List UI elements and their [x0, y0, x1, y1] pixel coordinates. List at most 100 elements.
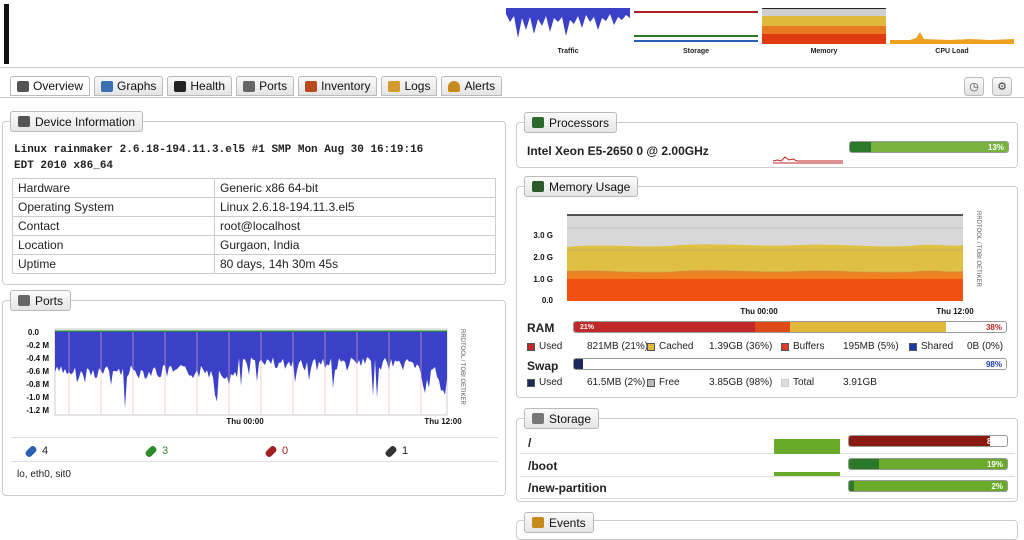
- storage-usage-fill: [849, 481, 854, 491]
- x-tick: Thu 00:00: [226, 417, 264, 426]
- memory-title[interactable]: Memory Usage: [524, 176, 639, 197]
- tab-alerts[interactable]: Alerts: [441, 76, 503, 96]
- row-key: Uptime: [12, 254, 215, 274]
- tab-ports[interactable]: Ports: [236, 76, 295, 96]
- plug-icon: [264, 444, 278, 458]
- storage-sparkline: [774, 472, 840, 476]
- y-tick: 2.0 G: [533, 253, 553, 262]
- y-tick: -1.0 M: [26, 393, 49, 402]
- processor-name: Intel Xeon E5-2650 0 @ 2.00GHz: [527, 144, 709, 158]
- ports-icon: [18, 295, 30, 306]
- refresh-button[interactable]: ◷: [964, 77, 984, 96]
- monitor-icon: [17, 80, 29, 92]
- storage-row[interactable]: / 89%: [520, 433, 1015, 454]
- tab-bar: Overview Graphs Health Ports Inventory L…: [10, 76, 503, 96]
- legend-name: Buffers: [793, 341, 825, 352]
- monitor-icon: [18, 116, 30, 127]
- device-info-table: Hardware Generic x86 64-bit Operating Sys…: [12, 178, 496, 274]
- ram-label: RAM: [527, 321, 555, 335]
- traffic-sparkline: [506, 8, 630, 38]
- storage-icon: [532, 413, 544, 424]
- memory-sparkline: [762, 8, 886, 44]
- tab-inventory[interactable]: Inventory: [298, 76, 378, 96]
- memory-icon: [532, 181, 544, 192]
- ports-disabled[interactable]: 1: [384, 444, 409, 458]
- ports-traffic-graph[interactable]: 0.0 -0.2 M -0.4 M -0.6 M -0.8 M -1.0 M -…: [9, 323, 489, 431]
- mount-point: /: [528, 436, 532, 450]
- description-line: EDT 2010 x86_64: [14, 160, 114, 172]
- count-value: 3: [162, 445, 169, 457]
- tab-label: Logs: [404, 79, 431, 93]
- storage-row[interactable]: /boot 19%: [520, 456, 1015, 477]
- y-tick: -1.2 M: [26, 406, 49, 415]
- cpu-usage-fill: [850, 142, 871, 152]
- ram-usage-bar[interactable]: 21% 38%: [573, 321, 1007, 333]
- bell-icon: [448, 80, 461, 92]
- storage-usage-bar: 19%: [848, 458, 1008, 470]
- storage-title[interactable]: Storage: [524, 408, 600, 429]
- storage-usage-fill: [849, 459, 880, 469]
- legend-value: 821MB (21%): [587, 341, 649, 352]
- mount-point: /boot: [528, 459, 558, 473]
- row-key: Operating System: [12, 197, 215, 217]
- storage-row[interactable]: /new-partition 2%: [520, 478, 1015, 499]
- legend-value: 3.91GB: [843, 377, 877, 388]
- memory-usage-graph[interactable]: 3.0 G 2.0 G 1.0 G 0.0 Thu 00:00 Thu 12:0…: [521, 203, 991, 319]
- legend-swatch: [527, 342, 535, 351]
- y-tick: -0.6 M: [26, 367, 49, 376]
- ports-title[interactable]: Ports: [10, 290, 72, 311]
- count-value: 1: [402, 445, 409, 457]
- row-key: Location: [12, 235, 215, 255]
- row-value: root@localhost: [214, 216, 496, 236]
- panel-title: Processors: [549, 115, 610, 130]
- swap-legend-used: Used 61.5MB (2%): [527, 377, 645, 388]
- storage-usage-fill: [849, 436, 990, 446]
- y-tick: -0.2 M: [26, 341, 49, 350]
- tab-logs[interactable]: Logs: [381, 76, 438, 96]
- legend-value: 61.5MB (2%): [587, 377, 646, 388]
- tab-health[interactable]: Health: [167, 76, 233, 96]
- plug-icon: [384, 444, 398, 458]
- tab-label: Alerts: [464, 79, 496, 93]
- tab-overview[interactable]: Overview: [10, 76, 91, 96]
- events-title[interactable]: Events: [524, 512, 594, 533]
- y-tick: 3.0 G: [533, 231, 553, 240]
- processors-title[interactable]: Processors: [524, 112, 618, 133]
- device-info-title[interactable]: Device Information: [10, 111, 144, 132]
- table-row: Operating System Linux 2.6.18-194.11.3.el…: [12, 197, 496, 217]
- ports-down[interactable]: 0: [264, 444, 288, 458]
- tab-label: Health: [190, 79, 226, 93]
- row-key: Contact: [12, 216, 215, 236]
- rrdtool-watermark: RRDTOOL / TOBI OETIKER: [459, 329, 465, 405]
- gear-icon: ⚙: [997, 81, 1007, 93]
- cpu-usage-label: 13%: [987, 143, 1004, 152]
- ports-total[interactable]: 4: [24, 444, 48, 458]
- tab-label: Overview: [33, 79, 84, 93]
- tab-graphs[interactable]: Graphs: [94, 76, 164, 96]
- settings-button[interactable]: ⚙: [992, 77, 1012, 96]
- cpu-usage-bar[interactable]: 13%: [849, 141, 1009, 153]
- table-row: Contact root@localhost: [12, 216, 496, 236]
- mount-point: /new-partition: [528, 481, 607, 495]
- table-row: Uptime 80 days, 14h 30m 45s: [12, 254, 496, 274]
- events-icon: [532, 517, 544, 528]
- storage-sparkline: [774, 439, 840, 454]
- ram-used-fill: [574, 322, 756, 332]
- storage-usage-label: 2%: [991, 482, 1003, 491]
- ports-up[interactable]: 3: [144, 444, 169, 458]
- memory-mini-graph[interactable]: Memory: [762, 8, 886, 55]
- y-tick: 1.0 G: [533, 275, 553, 284]
- cpu-load-mini-graph[interactable]: CPU Load: [890, 8, 1014, 55]
- y-tick: 0.0: [28, 328, 40, 337]
- y-tick: -0.4 M: [26, 354, 49, 363]
- logs-icon: [388, 80, 401, 92]
- ram-buffers-fill: [755, 322, 790, 332]
- plug-icon: [144, 444, 158, 458]
- storage-label: Storage: [682, 48, 710, 55]
- cpu-bar-track: [850, 142, 1008, 152]
- inventory-icon: [305, 80, 318, 92]
- storage-mini-graph[interactable]: Storage: [634, 8, 758, 55]
- swap-usage-bar[interactable]: 98%: [573, 358, 1007, 370]
- traffic-mini-graph[interactable]: Traffic: [506, 8, 630, 55]
- storage-sparkline: [634, 11, 758, 42]
